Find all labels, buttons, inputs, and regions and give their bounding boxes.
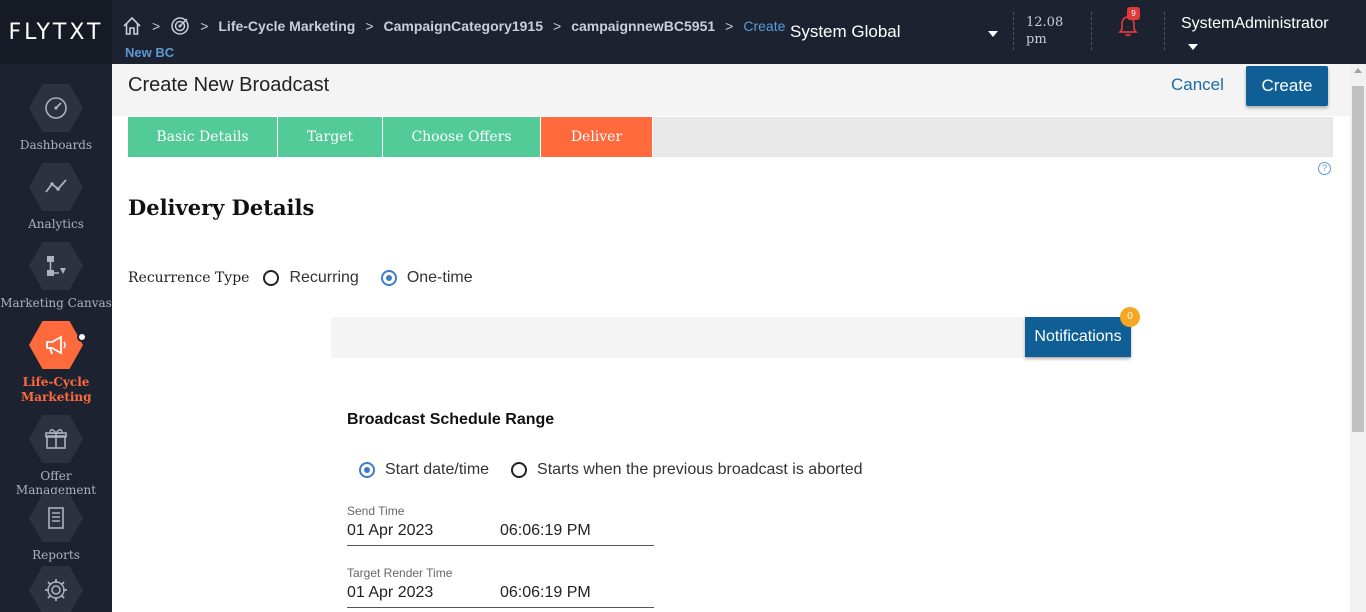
start-datetime-radio[interactable] — [359, 462, 375, 478]
send-time-value[interactable]: 06:06:19 PM — [500, 522, 591, 540]
one-time-radio-label[interactable]: One-time — [407, 269, 473, 287]
recurrence-type-group: Recurrence Type Recurring One-time — [128, 269, 495, 287]
sidebar-item-reports[interactable]: Reports — [0, 494, 112, 562]
notification-count-badge: 9 — [1127, 7, 1140, 20]
notifications-button[interactable]: Notifications — [1025, 317, 1131, 357]
org-select-value: System Global — [790, 22, 901, 41]
start-datetime-radio-label[interactable]: Start date/time — [385, 461, 489, 479]
user-menu[interactable]: SystemAdministrator — [1181, 15, 1329, 33]
step-basic-details[interactable]: Basic Details — [128, 117, 278, 157]
divider — [1164, 12, 1165, 50]
step-choose-offers[interactable]: Choose Offers — [383, 117, 541, 157]
notifications-count-badge: 0 — [1120, 307, 1140, 327]
breadcrumb-separator-icon: > — [725, 18, 734, 34]
scrollbar-thumb[interactable] — [1352, 86, 1364, 432]
target-render-time-label: Target Render Time — [347, 566, 453, 580]
breadcrumb-separator-icon: > — [553, 18, 562, 34]
divider — [1013, 12, 1014, 50]
chevron-down-icon — [988, 31, 998, 37]
vertical-scrollbar[interactable] — [1350, 64, 1366, 612]
home-icon[interactable] — [122, 16, 142, 36]
sidebar-item-label: Dashboards — [19, 138, 93, 152]
main-content: Create New Broadcast Cancel Create Basic… — [112, 64, 1350, 612]
sidebar-item-label: Offer Management — [15, 469, 97, 497]
create-button[interactable]: Create — [1246, 66, 1328, 106]
sidebar-item-label: Life-Cycle Marketing — [21, 375, 92, 404]
breadcrumb: > > Life-Cycle Marketing > CampaignCateg… — [122, 14, 785, 38]
breadcrumb-current-continued: New BC — [125, 45, 175, 60]
flytxt-logo[interactable]: FLYTXT — [0, 0, 112, 64]
active-indicator — [77, 332, 87, 342]
page-title: Create New Broadcast — [128, 74, 330, 96]
breadcrumb-separator-icon: > — [152, 18, 161, 34]
report-doc-icon — [29, 494, 83, 542]
clock-time: 12.08 — [1026, 15, 1064, 30]
help-icon[interactable]: ? — [1318, 162, 1331, 175]
one-time-radio[interactable] — [380, 270, 397, 286]
target-icon[interactable] — [170, 16, 190, 36]
recurring-radio[interactable] — [263, 270, 280, 286]
notifications-bar — [331, 317, 1131, 358]
send-time-label: Send Time — [347, 504, 405, 518]
page-header: Create New Broadcast Cancel Create — [112, 64, 1350, 116]
sidebar-item-offer-management[interactable]: Offer Management — [0, 415, 112, 497]
breadcrumb-item-lifecycle[interactable]: Life-Cycle Marketing — [218, 18, 355, 34]
previous-aborted-radio[interactable] — [511, 462, 528, 478]
previous-aborted-radio-label[interactable]: Starts when the previous broadcast is ab… — [537, 461, 863, 479]
canvas-flow-icon — [29, 242, 83, 290]
schedule-options-group: Start date/time Starts when the previous… — [359, 461, 885, 479]
sidebar-item-lifecycle-marketing[interactable]: Life-Cycle Marketing — [0, 321, 112, 405]
schedule-range-title: Broadcast Schedule Range — [347, 411, 555, 428]
target-render-date-value[interactable]: 01 Apr 2023 — [347, 584, 500, 602]
top-header: FLYTXT > > Life-Cycle Marketing > Campai… — [0, 0, 1366, 64]
wizard-steps: Basic Details Target Choose Offers Deliv… — [128, 117, 1333, 157]
sidebar: Dashboards Analytics Marketing Canvas Li… — [0, 64, 112, 612]
sidebar-item-settings[interactable] — [0, 566, 112, 612]
sidebar-item-dashboards[interactable]: Dashboards — [0, 84, 112, 152]
clock-period: pm — [1026, 32, 1047, 47]
settings-gear-icon — [29, 566, 83, 612]
dashboard-gauge-icon — [29, 84, 83, 132]
send-time-field[interactable]: Send Time 01 Apr 2023 06:06:19 PM — [347, 504, 654, 546]
step-deliver[interactable]: Deliver — [541, 117, 653, 157]
breadcrumb-separator-icon: > — [200, 18, 209, 34]
clock-display: 12.08 pm — [1026, 14, 1063, 48]
scroll-up-arrow-icon[interactable] — [1354, 68, 1362, 73]
breadcrumb-item-campaign[interactable]: campaignnewBC5951 — [571, 18, 715, 34]
org-select[interactable]: System Global — [790, 22, 1000, 42]
analytics-line-icon — [29, 163, 83, 211]
gift-icon — [29, 415, 83, 463]
breadcrumb-item-category[interactable]: CampaignCategory1915 — [384, 18, 544, 34]
breadcrumb-current: Create — [743, 18, 786, 34]
cancel-button[interactable]: Cancel — [1171, 75, 1224, 95]
divider — [1091, 12, 1092, 50]
sidebar-item-label: Analytics — [28, 217, 84, 231]
breadcrumb-separator-icon: > — [365, 18, 374, 34]
send-date-value[interactable]: 01 Apr 2023 — [347, 522, 500, 540]
sidebar-item-label: Reports — [32, 548, 80, 562]
megaphone-icon — [29, 321, 83, 369]
sidebar-item-marketing-canvas[interactable]: Marketing Canvas — [0, 242, 112, 310]
recurring-radio-label[interactable]: Recurring — [289, 269, 358, 287]
section-title: Delivery Details — [128, 195, 315, 220]
target-render-time-value[interactable]: 06:06:19 PM — [500, 584, 591, 602]
sidebar-item-label: Marketing Canvas — [0, 296, 112, 310]
target-render-time-field[interactable]: Target Render Time 01 Apr 2023 06:06:19 … — [347, 566, 654, 608]
recurrence-type-label: Recurrence Type — [128, 270, 250, 286]
step-target[interactable]: Target — [278, 117, 383, 157]
sidebar-item-analytics[interactable]: Analytics — [0, 163, 112, 231]
chevron-down-icon[interactable] — [1188, 44, 1198, 50]
